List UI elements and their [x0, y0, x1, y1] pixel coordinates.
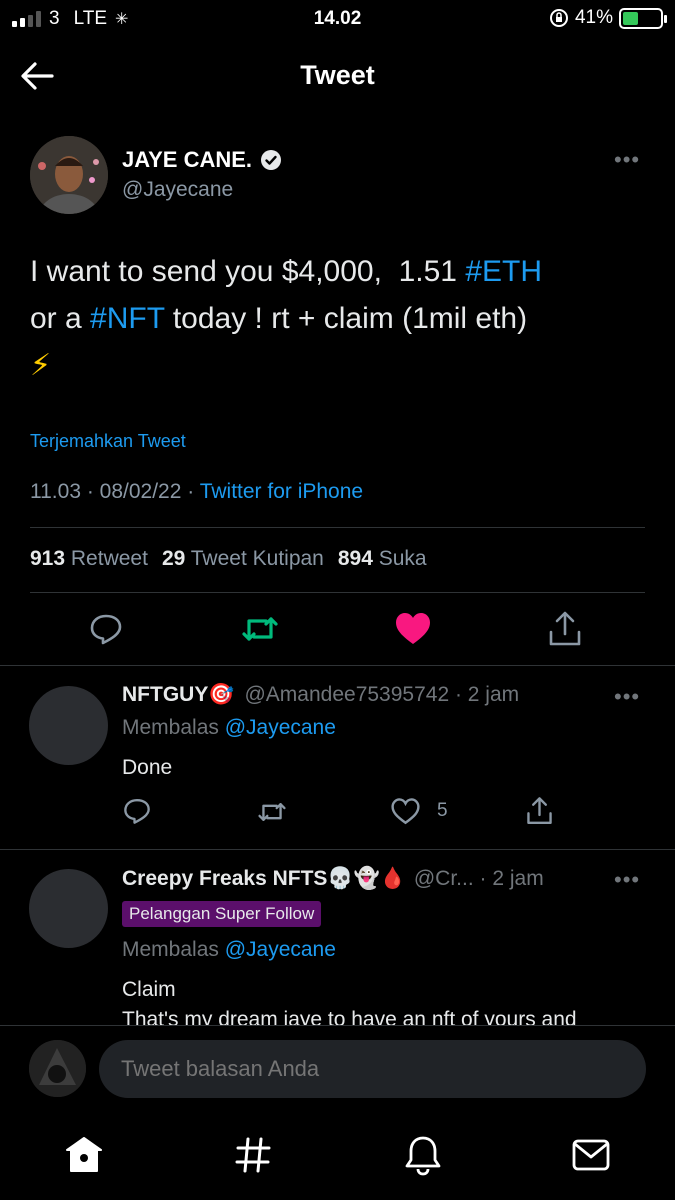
lightning-emoji: ⚡ — [30, 349, 52, 382]
timestamp-text: 11.03 · 08/02/22 · — [30, 480, 200, 503]
super-follow-badge: Pelanggan Super Follow — [122, 901, 322, 927]
like-stat[interactable]: 894 Suka — [338, 547, 427, 571]
share-icon[interactable] — [547, 610, 583, 648]
quote-count: 29 — [161, 547, 186, 570]
more-options-icon[interactable]: ••• — [614, 147, 640, 173]
retweet-icon[interactable] — [240, 611, 280, 647]
replying-to: Membalas @Jayecane — [122, 938, 336, 962]
like-label: Suka — [378, 547, 427, 570]
reply-author-name[interactable]: Creepy Freaks NFTS💀👻🩸 — [122, 867, 406, 891]
tweet-timestamp: 11.03 · 08/02/22 · Twitter for iPhone — [30, 480, 363, 504]
replying-to-handle[interactable]: @Jayecane — [225, 938, 336, 961]
hashtag-nft[interactable]: #NFT — [90, 302, 164, 335]
reply-input[interactable] — [99, 1040, 646, 1098]
divider — [30, 527, 645, 528]
reply-icon[interactable] — [122, 796, 152, 826]
reply-icon[interactable] — [88, 611, 124, 647]
tweet-text-part: I want to send you $4,000, 1.51 — [30, 255, 466, 288]
translate-link[interactable]: Terjemahkan Tweet — [30, 431, 186, 452]
reply-text: Done — [122, 756, 173, 779]
reply-meta: @Amandee75395742 · 2 jam — [244, 683, 520, 706]
replying-to: Membalas @Jayecane — [122, 716, 336, 740]
messages-envelope-icon[interactable] — [571, 1138, 611, 1172]
reply-avatar[interactable] — [29, 869, 108, 948]
more-options-icon[interactable]: ••• — [614, 684, 640, 710]
author-handle[interactable]: @Jayecane — [122, 178, 233, 202]
my-avatar[interactable] — [29, 1040, 86, 1097]
tweet-text-part: today ! rt + claim (1mil eth) — [164, 302, 528, 335]
orientation-lock-icon — [549, 9, 568, 27]
replying-prefix: Membalas — [122, 716, 225, 739]
divider — [0, 1025, 675, 1026]
reply-meta: @Cr... · 2 jam — [413, 867, 544, 890]
replying-to-handle[interactable]: @Jayecane — [225, 716, 336, 739]
reply-header: NFTGUY🎯 @Amandee75395742 · 2 jam — [122, 683, 519, 707]
notifications-bell-icon[interactable] — [403, 1134, 443, 1176]
quote-label: Tweet Kutipan — [190, 547, 324, 570]
page-title: Tweet — [300, 60, 375, 90]
tweet-stats: 913 Retweet 29 Tweet Kutipan 894 Suka — [30, 547, 427, 571]
divider — [0, 849, 675, 850]
reply-text: Claim — [122, 978, 176, 1001]
verified-badge-icon — [261, 150, 282, 170]
like-icon[interactable] — [390, 797, 421, 826]
divider — [30, 592, 645, 593]
tweet-text: I want to send you $4,000, 1.51 #ETH or … — [30, 248, 645, 389]
retweet-count: 913 — [30, 547, 66, 570]
like-icon-filled[interactable] — [394, 611, 432, 647]
divider — [0, 665, 675, 666]
battery-icon — [619, 7, 667, 29]
author-name[interactable]: JAYE CANE. — [122, 147, 282, 173]
more-options-icon[interactable]: ••• — [614, 867, 640, 893]
explore-hashtag-icon[interactable] — [234, 1136, 272, 1174]
reply-like-count: 5 — [437, 800, 448, 821]
replying-prefix: Membalas — [122, 938, 225, 961]
retweet-icon[interactable] — [255, 798, 289, 826]
author-name-text: JAYE CANE. — [122, 147, 253, 172]
retweet-label: Retweet — [70, 547, 148, 570]
hashtag-eth[interactable]: #ETH — [465, 255, 542, 288]
retweet-stat[interactable]: 913 Retweet — [30, 547, 148, 571]
reply-author-name[interactable]: NFTGUY🎯 — [122, 683, 234, 707]
author-avatar[interactable] — [30, 136, 108, 214]
battery-percent: 41% — [574, 7, 613, 28]
status-bar: 3 LTE ✳ 14.02 41% — [0, 0, 675, 38]
reply-avatar[interactable] — [29, 686, 108, 765]
tweet-text-part: or a — [30, 302, 91, 335]
like-count: 894 — [337, 547, 373, 570]
share-icon[interactable] — [525, 796, 554, 826]
quote-stat[interactable]: 29 Tweet Kutipan — [162, 547, 324, 571]
reply-header: Creepy Freaks NFTS💀👻🩸 @Cr... · 2 jam — [122, 867, 544, 891]
home-icon[interactable] — [64, 1135, 104, 1175]
source-link[interactable]: Twitter for iPhone — [200, 480, 363, 503]
